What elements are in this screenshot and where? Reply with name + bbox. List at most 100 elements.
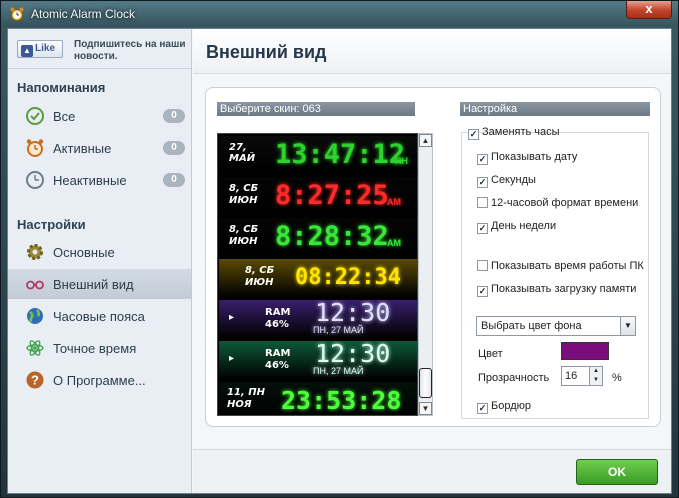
sidebar-item-label: Активные — [53, 141, 112, 156]
checkbox-box[interactable] — [477, 197, 488, 208]
settings-header: Настройки — [17, 217, 86, 232]
subscribe-text: Подпишитесь на наши новости. — [74, 39, 186, 62]
transparency-value: 16 — [565, 370, 578, 382]
sidebar-item-label: О Программе... — [53, 373, 146, 388]
skin-item[interactable]: 11, ПН НОЯ 23:53:28 — [219, 382, 417, 415]
skin-item[interactable]: ▸ RAM 46% 12:30 ПН, 27 МАЙ — [219, 341, 417, 379]
thumbs-up-icon: ▲ — [21, 45, 33, 57]
checkbox-box[interactable]: ✓ — [468, 129, 479, 140]
memory-load-checkbox[interactable]: ✓ Показывать загрузку памяти — [477, 283, 636, 297]
skin-date: 8, СБ — [245, 265, 275, 276]
sidebar-item-label: Неактивные — [53, 173, 127, 188]
skin-time: 12:30 — [315, 341, 391, 368]
alarm-clock-icon — [26, 139, 44, 157]
footer: OK — [193, 449, 671, 493]
checkbox-box[interactable] — [477, 260, 488, 271]
sidebar-item-about[interactable]: ? О Программе... — [8, 365, 191, 395]
color-swatch[interactable] — [561, 342, 609, 360]
skin-date: 8, СБ — [229, 224, 259, 235]
sidebar-item-exact-time[interactable]: Точное время — [8, 333, 191, 363]
skin-list[interactable]: 27, МАЙ 13:47:12 ПН 8, СБ ИЮН 8:27:25 AM… — [217, 133, 418, 416]
like-label: Like — [35, 43, 56, 54]
sidebar-item-label: Внешний вид — [53, 277, 134, 292]
skin-time: 08:22:34 — [295, 265, 401, 290]
select-value: Выбрать цвет фона — [481, 320, 582, 332]
checkbox-label: 12-часовой формат времени — [491, 197, 639, 209]
question-icon: ? — [26, 371, 44, 389]
skin-item[interactable]: 27, МАЙ 13:47:12 ПН — [219, 136, 417, 174]
sidebar: ▲ Like Подпишитесь на наши новости. Напом… — [8, 29, 192, 493]
checkbox-box[interactable]: ✓ — [477, 286, 488, 297]
transparency-stepper[interactable]: 16 ▲ ▼ — [561, 366, 603, 386]
sidebar-item-label: Основные — [53, 245, 115, 260]
checkbox-box[interactable]: ✓ — [477, 154, 488, 165]
skin-suffix: ПН, 27 МАЙ — [313, 366, 364, 376]
checkbox-box[interactable]: ✓ — [477, 403, 488, 414]
sidebar-item-appearance[interactable]: Внешний вид — [8, 269, 191, 299]
twelve-hour-checkbox[interactable]: 12-часовой формат времени — [477, 197, 638, 209]
replace-clock-checkbox[interactable]: ✓ Заменять часы — [468, 126, 560, 140]
count-badge: 0 — [163, 173, 185, 187]
skin-item[interactable]: 8, СБ ИЮН 08:22:34 — [219, 259, 417, 297]
skin-ram-value: 46% — [265, 319, 289, 330]
stepper-arrows-icon[interactable]: ▲ ▼ — [589, 367, 602, 385]
count-badge: 0 — [163, 141, 185, 155]
skin-item[interactable]: ▸ RAM 46% 12:30 ПН, 27 МАЙ — [219, 300, 417, 338]
settings-group-header: Настройка — [460, 102, 650, 116]
show-date-checkbox[interactable]: ✓ Показывать дату — [477, 151, 577, 165]
scroll-down-button[interactable]: ▼ — [419, 402, 432, 415]
scroll-up-button[interactable]: ▲ — [419, 134, 432, 147]
skin-suffix: AM — [387, 238, 401, 248]
sidebar-item-label: Часовые пояса — [53, 309, 145, 324]
title-bar[interactable]: Atomic Alarm Clock x — [1, 1, 678, 27]
checkbox-label: Показывать время работы ПК — [491, 260, 644, 272]
checkbox-label: Секунды — [491, 174, 536, 186]
border-checkbox[interactable]: ✓ Бордюр — [477, 400, 531, 414]
like-button[interactable]: ▲ Like — [17, 40, 63, 58]
checkbox-box[interactable]: ✓ — [477, 223, 488, 234]
skin-item[interactable]: 8, СБ ИЮН 8:27:25 AM — [219, 177, 417, 215]
clock-icon — [26, 171, 44, 189]
uptime-checkbox[interactable]: Показывать время работы ПК — [477, 260, 644, 272]
skin-month: ИЮН — [245, 277, 274, 288]
skin-date: 27, — [229, 142, 247, 153]
skin-item[interactable]: 8, СБ ИЮН 8:28:32 AM — [219, 218, 417, 256]
ok-button[interactable]: OK — [576, 459, 658, 485]
checkbox-box[interactable]: ✓ — [477, 177, 488, 188]
sidebar-item-active[interactable]: Активные 0 — [8, 133, 191, 163]
chevron-down-icon[interactable]: ▼ — [620, 317, 635, 335]
close-button[interactable]: x — [626, 1, 672, 19]
sidebar-item-all[interactable]: Все 0 — [8, 101, 191, 131]
seconds-checkbox[interactable]: ✓ Секунды — [477, 174, 536, 188]
globe-icon — [27, 308, 43, 324]
weekday-checkbox[interactable]: ✓ День недели — [477, 220, 556, 234]
color-label: Цвет — [478, 348, 503, 360]
skin-month: ИЮН — [229, 195, 258, 206]
skin-suffix: ПН, 27 МАЙ — [313, 325, 364, 335]
speaker-icon: ▸ — [229, 353, 235, 364]
checkmark-clock-icon — [26, 107, 44, 125]
skin-suffix: AM — [387, 197, 401, 207]
sidebar-item-timezones[interactable]: Часовые пояса — [8, 301, 191, 331]
sidebar-item-general[interactable]: Основные — [8, 237, 191, 267]
scroll-thumb[interactable] — [419, 368, 432, 398]
skin-time: 8:28:32 — [275, 221, 389, 252]
svg-text:?: ? — [31, 373, 39, 388]
app-window: Atomic Alarm Clock x ▲ Like Подпишитесь н… — [0, 0, 679, 498]
skin-date: 8, СБ — [229, 183, 259, 194]
like-row: ▲ Like Подпишитесь на наши новости. — [8, 29, 191, 69]
window-title: Atomic Alarm Clock — [31, 7, 136, 21]
background-color-select[interactable]: Выбрать цвет фона ▼ — [476, 316, 636, 336]
checkbox-label: День недели — [491, 220, 557, 232]
skin-time: 8:27:25 — [275, 180, 389, 211]
settings-panel: Выберите скин: 063 Настройка 27, МАЙ 13:… — [205, 87, 661, 427]
transparency-label: Прозрачность — [478, 372, 550, 384]
speaker-icon: ▸ — [229, 312, 235, 323]
sidebar-item-label: Все — [53, 109, 76, 124]
checkbox-label: Бордюр — [491, 400, 531, 412]
skin-ram-value: 46% — [265, 360, 289, 371]
skin-list-scrollbar[interactable]: ▲ ▼ — [418, 133, 433, 416]
percent-label: % — [612, 372, 622, 384]
client-area: ▲ Like Подпишитесь на наши новости. Напом… — [7, 28, 672, 494]
sidebar-item-inactive[interactable]: Неактивные 0 — [8, 165, 191, 195]
